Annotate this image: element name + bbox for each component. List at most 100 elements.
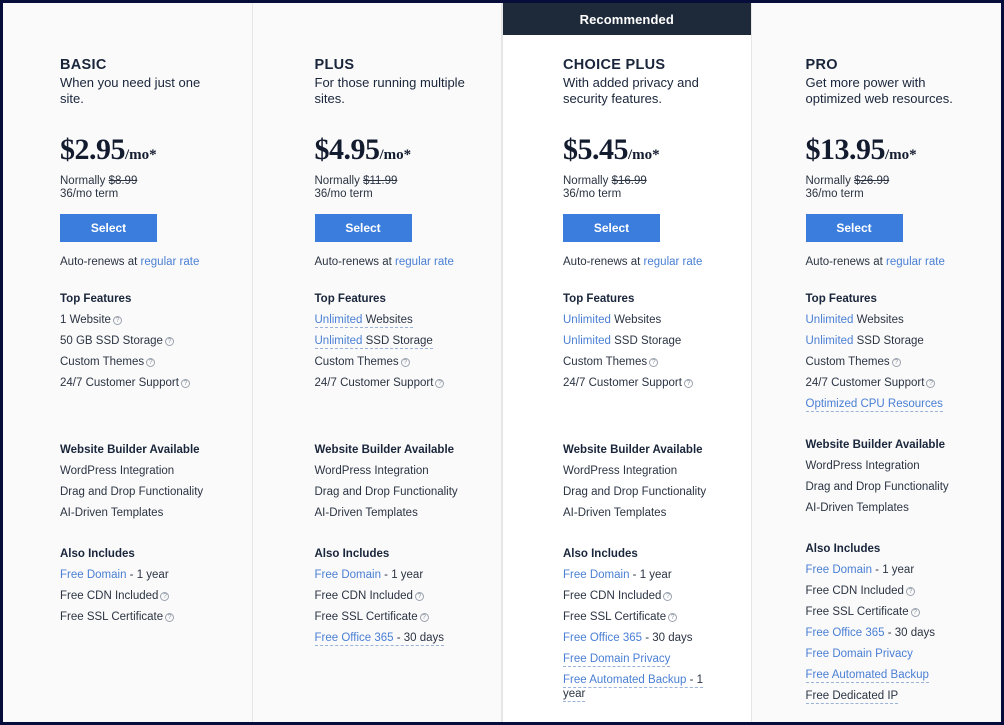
feature-label: Free Office 365 - 30 days [563,632,693,644]
help-tooltip-icon[interactable]: ? [891,358,901,367]
help-tooltip-icon[interactable]: ? [160,592,170,601]
select-button[interactable]: Select [563,214,660,242]
plan-price: $5.45/mo* [563,134,733,171]
price-period: /mo* [379,147,412,163]
builder-feature-item: Drag and Drop Functionality [806,476,956,497]
top-feature-item[interactable]: Unlimited SSD Storage [563,330,713,351]
term-length: 36/mo term [805,188,864,200]
strikethrough-price: $11.99 [363,175,398,187]
top-feature-item[interactable]: Unlimited Websites [563,309,713,330]
help-tooltip-icon[interactable]: ? [910,608,920,617]
regular-rate-link[interactable]: regular rate [141,256,200,268]
also-includes-title: Also Includes [805,543,881,555]
select-button[interactable]: Select [314,214,412,242]
help-tooltip-icon[interactable]: ? [146,358,156,367]
also-includes-item[interactable]: Free Domain - 1 year [60,564,210,585]
feature-label: 50 GB SSD Storage [60,335,163,347]
feature-label: Custom Themes [563,356,648,368]
top-feature-item: Custom Themes? [315,351,465,372]
feature-label: Drag and Drop Functionality [805,481,949,493]
recommended-ribbon: Recommended [503,3,751,35]
help-tooltip-icon[interactable]: ? [419,613,429,622]
plan-price: $2.95/mo* [60,134,234,171]
top-feature-item[interactable]: Unlimited SSD Storage [314,330,465,351]
feature-highlight: Free Automated Backup [805,669,929,681]
help-tooltip-icon[interactable]: ? [683,379,693,388]
feature-highlight: Free Domain Privacy [563,653,671,665]
also-includes-item[interactable]: Free Office 365 - 30 days [563,627,713,648]
term-length: 36/mo term [314,188,373,200]
feature-highlight: Free Office 365 [314,632,394,644]
help-tooltip-icon[interactable]: ? [112,316,122,325]
select-button[interactable]: Select [60,214,157,242]
feature-label: Optimized CPU Resources [805,398,943,412]
auto-renew-note: Auto-renews at regular rate [805,256,945,268]
top-features-title: Top Features [314,293,386,305]
top-feature-item: 1 Website? [60,309,210,330]
plan-price: $13.95/mo* [806,134,984,171]
also-includes-item[interactable]: Free Office 365 - 30 days [314,627,465,648]
plan-name: PRO [805,57,838,73]
also-includes-item[interactable]: Free Domain Privacy [563,648,713,669]
top-feature-item: 24/7 Customer Support? [60,372,210,393]
also-includes-item: Free CDN Included? [315,585,465,606]
help-tooltip-icon[interactable]: ? [164,337,174,346]
help-tooltip-icon[interactable]: ? [414,592,424,601]
also-includes-item: Free CDN Included? [60,585,210,606]
help-tooltip-icon[interactable]: ? [180,379,190,388]
top-feature-item: 24/7 Customer Support? [563,372,713,393]
also-includes-item: Free SSL Certificate? [60,606,210,627]
help-tooltip-icon[interactable]: ? [668,613,678,622]
select-button[interactable]: Select [805,214,903,242]
also-includes-title: Also Includes [314,548,390,560]
feature-label: Free SSL Certificate [60,611,164,623]
help-tooltip-icon[interactable]: ? [926,379,936,388]
feature-highlight: Unlimited [563,335,611,347]
top-feature-item[interactable]: Optimized CPU Resources [805,393,956,414]
also-includes-item[interactable]: Free Dedicated IP [805,685,956,706]
auto-renew-note: Auto-renews at regular rate [314,256,454,268]
feature-label: AI-Driven Templates [563,507,667,519]
also-includes-item: Free SSL Certificate? [806,601,956,622]
auto-renew-note: Auto-renews at regular rate [563,256,703,268]
also-includes-item[interactable]: Free Domain Privacy [806,643,956,664]
builder-feature-item: AI-Driven Templates [806,497,956,518]
also-includes-item[interactable]: Free Automated Backup - 1 year [563,669,713,704]
feature-label: Drag and Drop Functionality [563,486,707,498]
price-block: $2.95/mo* Normally $8.99 36/mo term Select A… [60,134,234,268]
plan-column-pro: PRO Get more power with optimized web res… [751,3,1001,722]
also-includes-item[interactable]: Free Automated Backup [805,664,956,685]
feature-label: 24/7 Customer Support [314,377,434,389]
also-includes-item[interactable]: Free Domain - 1 year [315,564,465,585]
plan-body: BASIC When you need just one site. $2.95/m… [3,35,252,627]
top-feature-item[interactable]: Unlimited Websites [314,309,465,330]
also-includes-item[interactable]: Free Office 365 - 30 days [806,622,956,643]
top-feature-item[interactable]: Unlimited SSD Storage [806,330,956,351]
help-tooltip-icon[interactable]: ? [663,592,673,601]
regular-rate-link[interactable]: regular rate [644,256,703,268]
help-tooltip-icon[interactable]: ? [435,379,445,388]
plan-body: PLUS For those running multiple sites. $4.… [253,35,502,648]
top-feature-item[interactable]: Unlimited Websites [806,309,956,330]
price-period: /mo* [628,147,660,163]
help-tooltip-icon[interactable]: ? [165,613,175,622]
feature-highlight: Free Domain [563,569,630,581]
term-length: 36/mo term [60,188,119,200]
regular-rate-link[interactable]: regular rate [395,256,454,268]
feature-highlight: Free Domain [805,564,872,576]
also-includes-item: Free SSL Certificate? [315,606,465,627]
help-tooltip-icon[interactable]: ? [905,587,915,596]
feature-highlight: Unlimited [805,314,854,326]
website-builder-title: Website Builder Available [314,444,455,456]
feature-highlight: Free Office 365 [805,627,885,639]
help-tooltip-icon[interactable]: ? [649,358,659,367]
also-includes-item[interactable]: Free Domain - 1 year [563,564,713,585]
help-tooltip-icon[interactable]: ? [400,358,410,367]
top-features-title: Top Features [805,293,877,305]
feature-label: Unlimited Websites [563,314,662,326]
also-includes-item[interactable]: Free Domain - 1 year [806,559,956,580]
feature-label: AI-Driven Templates [314,507,418,519]
regular-rate-link[interactable]: regular rate [886,256,945,268]
